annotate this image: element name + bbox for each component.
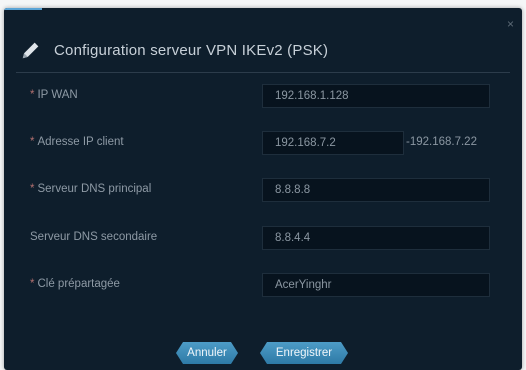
cancel-button[interactable]: Annuler (176, 342, 238, 364)
client-ip-label: * Adresse IP client (30, 136, 124, 148)
required-mark: * (30, 183, 35, 195)
required-mark: * (30, 89, 35, 101)
psk-input[interactable] (262, 273, 490, 297)
pencil-icon (22, 42, 39, 59)
ip-wan-input[interactable] (262, 84, 490, 108)
psk-label: * Clé prépartagée (30, 278, 120, 290)
dialog-title: Configuration serveur VPN IKEv2 (PSK) (54, 41, 329, 59)
dns-primary-input[interactable] (262, 178, 490, 202)
save-button[interactable]: Enregistrer (260, 342, 348, 364)
dns-secondary-label: Serveur DNS secondaire (30, 231, 158, 243)
vpn-config-dialog: × Configuration serveur VPN IKEv2 (PSK) … (4, 8, 522, 370)
required-mark: * (30, 278, 35, 290)
client-ip-range-end: -192.168.7.22 (406, 136, 477, 148)
dialog-header: Configuration serveur VPN IKEv2 (PSK) (16, 28, 510, 73)
required-mark: * (30, 136, 35, 148)
row-dns-secondary: Serveur DNS secondaire (4, 226, 522, 252)
ip-wan-label: * IP WAN (30, 89, 78, 101)
row-dns-primary: * Serveur DNS principal (4, 178, 522, 204)
row-ip-wan: * IP WAN (4, 84, 522, 110)
row-client-ip: *Adresse IP client -192.168.7.22 (4, 131, 522, 157)
dns-primary-label: * Serveur DNS principal (30, 183, 152, 195)
client-ip-start-input[interactable] (262, 131, 404, 155)
dns-secondary-input[interactable] (262, 226, 490, 250)
row-psk: * Clé prépartagée (4, 273, 522, 299)
